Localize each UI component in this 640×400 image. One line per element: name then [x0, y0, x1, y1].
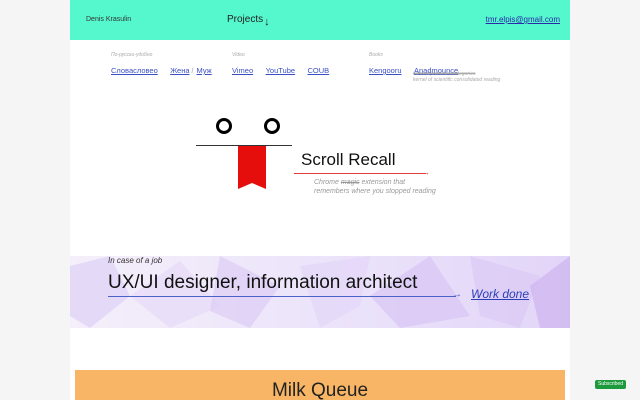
link-group-video: Video Vimeo YouTube COUB: [232, 52, 337, 78]
email-link[interactable]: tmr.elpis@gmail.com: [486, 15, 560, 24]
page: Denis Krasulin Projects↓ tmr.elpis@gmail…: [70, 0, 570, 400]
arrow-right-icon: →: [422, 168, 430, 177]
link-group-russian: По-русски-удобно Словасловео Жена / Муж: [111, 52, 220, 78]
link-kengooru[interactable]: Kengooru: [369, 66, 402, 75]
left-eye-icon: [216, 118, 232, 134]
projects-menu[interactable]: Projects↓: [227, 13, 270, 28]
group-label: Books: [369, 52, 383, 58]
link-youtube[interactable]: YouTube: [266, 66, 295, 75]
job-title-underline: [108, 296, 456, 297]
job-section-label: In case of a job: [108, 256, 163, 265]
link-slovaslovo[interactable]: Словасловео: [111, 66, 158, 75]
milk-queue-title: Milk Queue: [271, 380, 369, 400]
scroll-recall-title[interactable]: Scroll Recall: [301, 150, 395, 170]
arrow-right-icon: →: [452, 289, 462, 300]
scroll-recall-description: Chrome magic extension that remembers wh…: [314, 179, 436, 195]
group-label: По-русски-удобно: [111, 52, 153, 58]
right-eye-icon: [264, 118, 280, 134]
work-done-link[interactable]: Work done: [471, 287, 529, 301]
side-note-line-2: kernel of scientific consolidated readin…: [413, 77, 501, 83]
side-note: someobjectsclasscategories kernel of sci…: [413, 71, 500, 83]
scroll-recall-logo[interactable]: [196, 118, 292, 198]
projects-label: Projects: [227, 14, 264, 25]
link-vimeo[interactable]: Vimeo: [232, 66, 253, 75]
link-coub[interactable]: COUB: [308, 66, 330, 75]
tongue-bookmark-icon: [238, 146, 266, 189]
link-muzh[interactable]: Муж: [196, 66, 211, 75]
milk-queue-section[interactable]: Milk Queue: [75, 370, 565, 400]
link-zhena[interactable]: Жена: [170, 66, 189, 75]
site-owner-name[interactable]: Denis Krasulin: [86, 16, 131, 23]
scroll-recall-underline: [294, 173, 426, 174]
job-title[interactable]: UX/UI designer, information architect: [108, 272, 417, 294]
arrow-down-icon: ↓: [264, 16, 270, 28]
group-label: Video: [232, 52, 245, 58]
top-bar: Denis Krasulin Projects↓ tmr.elpis@gmail…: [70, 0, 570, 40]
subscribed-badge[interactable]: Subscribed: [595, 380, 627, 389]
separator: /: [191, 68, 194, 75]
